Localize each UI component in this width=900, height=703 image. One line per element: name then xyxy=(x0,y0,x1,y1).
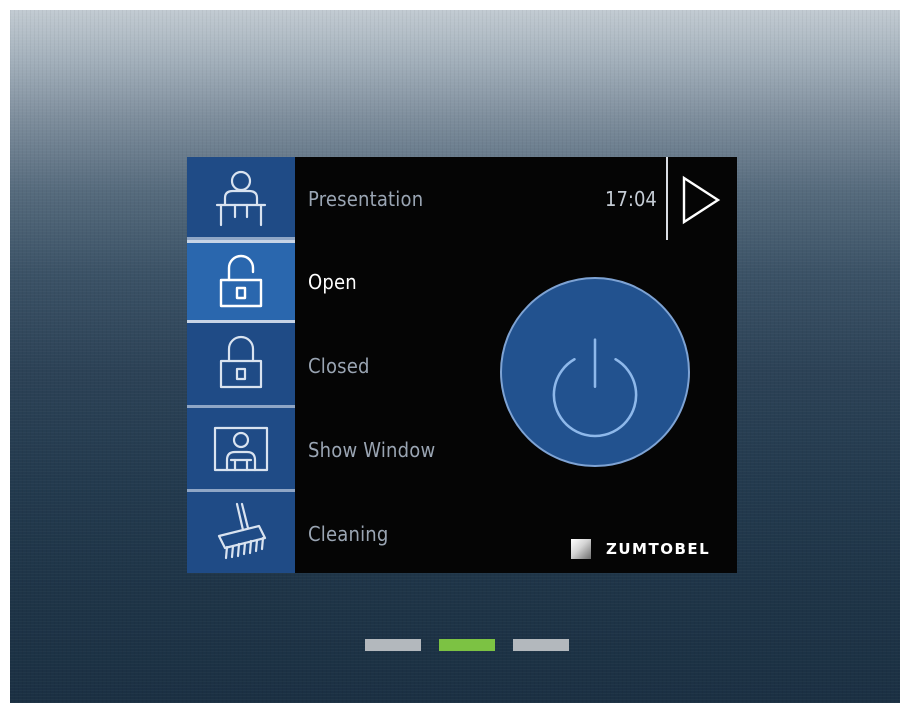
presenter-person-icon xyxy=(215,170,267,227)
next-button[interactable] xyxy=(676,173,726,227)
header-divider xyxy=(666,157,668,240)
page-dot-1[interactable] xyxy=(365,639,421,651)
broom-icon xyxy=(217,502,267,560)
mode-button-show-window[interactable] xyxy=(187,408,295,488)
mode-label-open[interactable]: Open xyxy=(308,270,357,294)
show-window-person-icon xyxy=(213,426,269,472)
play-triangle-icon xyxy=(682,175,721,225)
mode-button-open[interactable] xyxy=(187,240,295,323)
page-indicator xyxy=(365,639,569,651)
power-icon xyxy=(552,338,638,438)
mode-label-cleaning[interactable]: Cleaning xyxy=(308,522,389,546)
clock-time: 17:04 xyxy=(605,187,657,211)
mode-label-presentation[interactable]: Presentation xyxy=(308,187,423,211)
page-dot-3[interactable] xyxy=(513,639,569,651)
mode-sidebar xyxy=(187,157,295,573)
mode-button-cleaning[interactable] xyxy=(187,492,295,572)
mode-label-closed[interactable]: Closed xyxy=(308,354,370,378)
power-button[interactable] xyxy=(500,277,690,467)
control-panel-screen: Presentation Open Closed Show Window Cle… xyxy=(187,157,737,573)
mode-button-presentation[interactable] xyxy=(187,157,295,237)
page-dot-2[interactable] xyxy=(439,639,495,651)
mode-button-closed[interactable] xyxy=(187,323,295,403)
brand-name: ZUMTOBEL xyxy=(606,540,711,558)
mode-label-show-window[interactable]: Show Window xyxy=(308,438,435,462)
padlock-open-icon xyxy=(219,254,263,307)
brand: ZUMTOBEL xyxy=(571,537,710,561)
zumtobel-logo-icon xyxy=(571,539,591,559)
padlock-closed-icon xyxy=(219,335,263,389)
